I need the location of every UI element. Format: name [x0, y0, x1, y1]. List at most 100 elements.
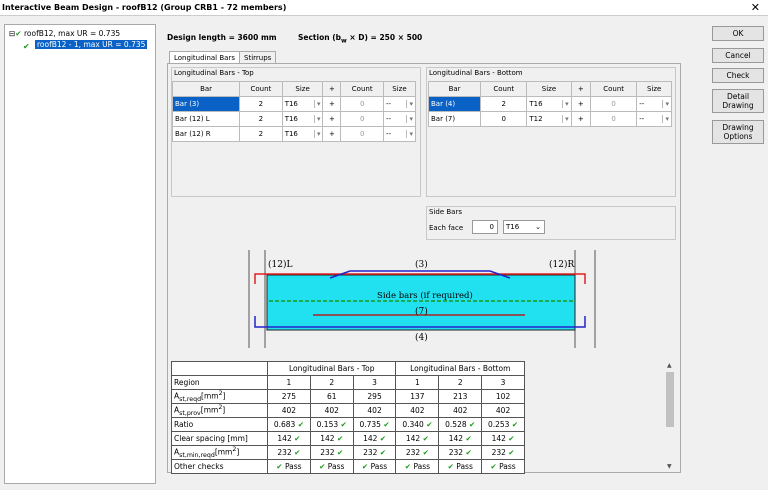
check-icon: ✔	[294, 434, 301, 443]
check-icon: ✔	[465, 434, 472, 443]
tree-child-selected[interactable]: roofB12 - 1, max UR = 0.735	[35, 40, 148, 49]
scrollbar-thumb[interactable]	[666, 372, 674, 427]
count-cell[interactable]: 0	[590, 111, 638, 127]
label-side-bars: Side bars (if required)	[377, 290, 473, 301]
bar-name-cell[interactable]: Bar (12) R	[171, 126, 241, 142]
results-head-top: Longitudinal Bars - Top	[266, 361, 397, 376]
detail-drawing-button[interactable]: Detail Drawing	[712, 89, 764, 113]
ok-button[interactable]: OK	[712, 26, 764, 41]
size-value: --	[385, 115, 392, 123]
value: 142	[320, 434, 335, 443]
value-cell: 402	[352, 403, 397, 418]
corner-cell	[171, 361, 268, 376]
check-icon: ✔	[447, 462, 454, 471]
row-label: Ast,reqd[mm2]	[171, 389, 268, 404]
size-select[interactable]: T16 ▾	[281, 111, 324, 127]
bar-name-cell[interactable]: Bar (12) L	[171, 111, 241, 127]
value: 0.253	[487, 420, 510, 429]
bar-name-cell[interactable]: Bar (7)	[427, 111, 482, 127]
value-cell: 402	[481, 403, 525, 418]
scroll-up-icon[interactable]: ▲	[667, 362, 672, 369]
size-select[interactable]: -- ▾	[382, 126, 417, 142]
plus-cell: +	[322, 111, 342, 127]
check-icon: ✔	[294, 448, 301, 457]
col-header: Count	[590, 81, 638, 97]
scroll-down-icon[interactable]: ▼	[667, 463, 672, 470]
count-cell[interactable]: 0	[480, 111, 528, 127]
size-select[interactable]: T16 ▾	[281, 126, 324, 142]
count-cell[interactable]: 0	[340, 96, 384, 112]
chevron-down-icon: ▾	[662, 115, 669, 123]
value: 142	[405, 434, 421, 443]
value-cell: ✔ Pass	[267, 459, 311, 474]
check-icon: ✔	[297, 420, 304, 429]
value-cell: ✔ Pass	[481, 459, 525, 474]
value: 232	[363, 448, 378, 457]
region-cell: 2	[438, 375, 483, 390]
label-7: (7)	[415, 306, 428, 317]
side-count-input[interactable]: 0	[472, 220, 498, 234]
check-icon: ✔	[15, 29, 22, 38]
value-cell: 295	[352, 389, 397, 404]
value-cell: ✔ Pass	[395, 459, 440, 474]
value-cell: 0.253 ✔	[481, 417, 525, 432]
value: Pass	[499, 462, 516, 471]
size-select[interactable]: T16 ▾	[526, 96, 572, 112]
size-select[interactable]: T16 ▾	[281, 96, 324, 112]
value-cell: 0.683 ✔	[267, 417, 311, 432]
close-icon[interactable]: ✕	[751, 1, 760, 14]
label-3: (3)	[415, 259, 428, 270]
row-label: Ast,min,reqd[mm2]	[171, 445, 268, 460]
section-size: Section (bw × D) = 250 × 500	[298, 33, 422, 45]
size-select[interactable]: -- ▾	[636, 96, 672, 112]
count-cell[interactable]: 2	[480, 96, 528, 112]
region-cell: 1	[395, 375, 440, 390]
col-header: +	[322, 81, 342, 97]
plus-cell: +	[570, 111, 592, 127]
bar-name-cell[interactable]: Bar (3)	[171, 96, 241, 112]
size-select[interactable]: -- ▾	[382, 96, 417, 112]
size-value: T16	[529, 100, 543, 108]
col-header: Count	[239, 81, 283, 97]
side-size-select[interactable]: T16 ⌄	[503, 220, 545, 234]
drawing-options-button[interactable]: Drawing Options	[712, 120, 764, 144]
bar-name-cell[interactable]: Bar (4)	[427, 96, 482, 112]
check-icon: ✔	[383, 420, 390, 429]
plus-cell: +	[322, 96, 342, 112]
side-bars-group	[426, 206, 676, 240]
size-select[interactable]: -- ▾	[636, 111, 672, 127]
value: 142	[277, 434, 292, 443]
tree-root[interactable]: ⊟✔ roofB12, max UR = 0.735	[9, 29, 120, 38]
value: 232	[448, 448, 464, 457]
row-label: Other checks	[171, 459, 268, 474]
plus-cell: +	[570, 96, 592, 112]
plus-cell: +	[322, 126, 342, 142]
count-cell[interactable]: 0	[340, 126, 384, 142]
check-button[interactable]: Check	[712, 68, 764, 83]
count-cell[interactable]: 0	[590, 96, 638, 112]
size-select[interactable]: -- ▾	[382, 111, 417, 127]
size-select[interactable]: T12 ▾	[526, 111, 572, 127]
section-value: × D) = 250 × 500	[346, 33, 423, 42]
chevron-down-icon: ▾	[406, 130, 413, 138]
count-cell[interactable]: 0	[340, 111, 384, 127]
section-label: Section (b	[298, 33, 341, 42]
chevron-down-icon: ▾	[313, 100, 320, 108]
value-cell: 402	[395, 403, 440, 418]
count-cell[interactable]: 2	[239, 111, 283, 127]
top-bars-table: Bar Count Size + Count Size Bar (3) 2 T16 ▾ +0 -- ▾…	[171, 81, 417, 142]
region-cell: 1	[267, 375, 311, 390]
value-cell: ✔ Pass	[309, 459, 354, 474]
value: Pass	[327, 462, 345, 471]
value-cell: 402	[309, 403, 354, 418]
value-cell: 137	[395, 389, 440, 404]
chevron-down-icon: ▾	[406, 100, 413, 108]
count-cell[interactable]: 2	[239, 126, 283, 142]
cancel-button[interactable]: Cancel	[712, 48, 764, 63]
side-bars-title: Side Bars	[429, 208, 462, 216]
col-header: Count	[340, 81, 384, 97]
count-cell[interactable]: 2	[239, 96, 283, 112]
row-label: Ratio	[171, 417, 268, 432]
chevron-down-icon: ▾	[662, 100, 669, 108]
value-cell: 102	[481, 389, 525, 404]
